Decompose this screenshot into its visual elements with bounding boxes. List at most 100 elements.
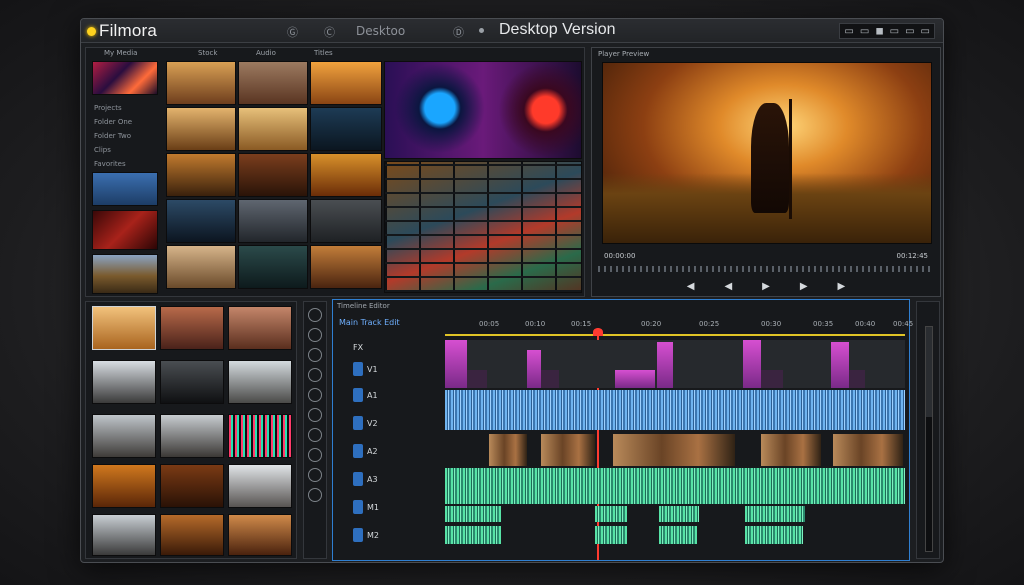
track-header-m1[interactable]: M1 <box>353 498 443 516</box>
library-thumb[interactable] <box>228 306 292 350</box>
music-clip[interactable] <box>595 526 627 544</box>
clip-thumb[interactable] <box>238 153 308 197</box>
video-clip[interactable] <box>489 434 527 466</box>
library-thumb[interactable] <box>92 464 156 508</box>
clip-thumb[interactable] <box>310 245 382 289</box>
tab-titles[interactable]: Titles <box>314 49 333 57</box>
clip-thumb[interactable] <box>92 172 158 206</box>
library-thumb[interactable] <box>160 414 224 458</box>
tool-audio-icon[interactable] <box>308 408 322 422</box>
clip-thumb[interactable] <box>166 107 236 151</box>
clip-thumb[interactable] <box>166 199 236 243</box>
fx-clip[interactable] <box>615 370 655 388</box>
clip-strip-grid[interactable] <box>384 161 582 293</box>
fx-clip[interactable] <box>527 350 541 388</box>
library-thumb[interactable] <box>92 306 156 350</box>
library-thumb[interactable] <box>228 464 292 508</box>
track-header-fx[interactable]: FX <box>353 338 443 356</box>
scrollbar-thumb[interactable] <box>926 327 932 417</box>
audio-wave-thumb[interactable] <box>228 414 292 458</box>
tool-crop-icon[interactable] <box>308 348 322 362</box>
track-header-a2[interactable]: A2 <box>353 442 443 460</box>
fx-clip[interactable] <box>445 340 467 388</box>
clip-thumb[interactable] <box>92 210 158 250</box>
library-thumb[interactable] <box>160 360 224 404</box>
forward-icon[interactable]: ▶ <box>838 281 846 292</box>
ctrl-icon-4[interactable]: ▭ <box>890 26 899 37</box>
music-clip[interactable] <box>445 506 501 522</box>
library-thumb[interactable] <box>92 360 156 404</box>
clip-thumb[interactable] <box>238 61 308 105</box>
fx-clip[interactable] <box>541 370 559 388</box>
menu-icon-2[interactable]: Ⓒ <box>324 24 335 40</box>
menu-icon-3[interactable]: Ⓓ <box>453 24 464 40</box>
next-frame-icon[interactable]: ▶ <box>800 281 808 292</box>
library-thumb[interactable] <box>228 360 292 404</box>
fx-clip[interactable] <box>849 370 865 388</box>
library-thumb[interactable] <box>92 514 156 556</box>
sidebar-item-projects[interactable]: Projects <box>94 104 122 112</box>
tab-audio[interactable]: Audio <box>256 49 276 57</box>
sidebar-item-clips[interactable]: Clips <box>94 146 111 154</box>
fx-clip[interactable] <box>831 342 849 388</box>
music-clip[interactable] <box>745 506 805 522</box>
ctrl-icon-5[interactable]: ▭ <box>905 26 914 37</box>
clip-thumb[interactable] <box>310 61 382 105</box>
music-clip[interactable] <box>659 526 697 544</box>
clip-thumb[interactable] <box>166 245 236 289</box>
clip-thumb[interactable] <box>238 199 308 243</box>
sidebar-item-folder-two[interactable]: Folder Two <box>94 132 131 140</box>
tool-speed-icon[interactable] <box>308 368 322 382</box>
fx-clip[interactable] <box>743 340 761 388</box>
video-clip[interactable] <box>541 434 595 466</box>
tool-cut-icon[interactable] <box>308 328 322 342</box>
ctrl-icon-3[interactable]: ◼ <box>875 26 883 37</box>
ctrl-icon-2[interactable]: ▭ <box>860 26 869 37</box>
ctrl-icon-6[interactable]: ▭ <box>921 26 930 37</box>
library-thumb[interactable] <box>160 306 224 350</box>
menu-icon-1[interactable]: Ⓖ <box>287 24 298 40</box>
music-clip[interactable] <box>595 506 627 522</box>
music-clip[interactable] <box>445 526 501 544</box>
sidebar-item-favorites[interactable]: Favorites <box>94 160 126 168</box>
featured-clip[interactable] <box>384 61 582 159</box>
ctrl-icon-1[interactable]: ▭ <box>844 26 853 37</box>
fx-clip[interactable] <box>467 370 487 388</box>
tool-text-icon[interactable] <box>308 428 322 442</box>
clip-thumb[interactable] <box>310 199 382 243</box>
video-clip[interactable] <box>613 434 735 466</box>
track-header-a3[interactable]: A3 <box>353 470 443 488</box>
preview-video[interactable] <box>602 62 932 244</box>
tool-effect-icon[interactable] <box>308 448 322 462</box>
clip-thumb[interactable] <box>238 107 308 151</box>
clip-thumb[interactable] <box>166 153 236 197</box>
tool-zoom-icon[interactable] <box>308 488 322 502</box>
clip-thumb[interactable] <box>238 245 308 289</box>
app-logo[interactable]: Filmora <box>87 21 157 41</box>
track-header-a1[interactable]: A1 <box>353 386 443 404</box>
tool-marker-icon[interactable] <box>308 468 322 482</box>
rewind-icon[interactable]: ◀ <box>687 281 695 292</box>
preview-scrubber[interactable] <box>598 266 934 272</box>
fx-clip[interactable] <box>657 342 673 388</box>
clip-thumb[interactable] <box>310 153 382 197</box>
vertical-scrollbar[interactable] <box>925 326 933 552</box>
clip-thumb[interactable] <box>166 61 236 105</box>
track-header-m2[interactable]: M2 <box>353 526 443 544</box>
play-icon[interactable]: ▶ <box>762 281 770 292</box>
library-thumb[interactable] <box>92 414 156 458</box>
music-clip-main[interactable] <box>445 468 905 504</box>
music-clip[interactable] <box>659 506 699 522</box>
library-thumb[interactable] <box>160 514 224 556</box>
tab-stock[interactable]: Stock <box>198 49 217 57</box>
track-header-v1[interactable]: V1 <box>353 360 443 378</box>
audio-clip-main[interactable] <box>445 390 905 430</box>
library-thumb[interactable] <box>228 514 292 556</box>
clip-thumb[interactable] <box>92 61 158 95</box>
tab-my-media[interactable]: My Media <box>104 49 137 57</box>
video-clip[interactable] <box>761 434 821 466</box>
video-clip[interactable] <box>833 434 903 466</box>
track-header-v2[interactable]: V2 <box>353 414 443 432</box>
clip-thumb[interactable] <box>92 254 158 294</box>
clip-thumb[interactable] <box>310 107 382 151</box>
